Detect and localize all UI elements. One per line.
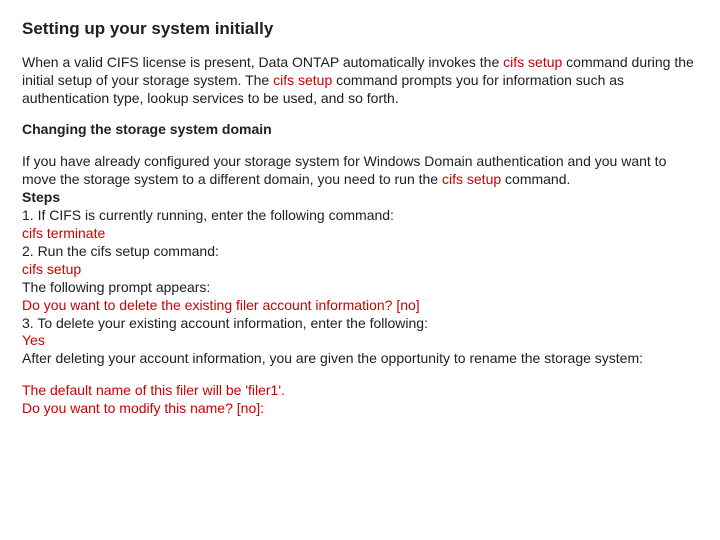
tail-line-2: Do you want to modify this name? [no]: (22, 400, 264, 416)
tail-line-1: The default name of this filer will be '… (22, 382, 285, 398)
step-3-text: 3. To delete your existing account infor… (22, 315, 428, 331)
intro-cmd-1: cifs setup (503, 54, 562, 70)
intro-paragraph: When a valid CIFS license is present, Da… (22, 54, 698, 108)
intro-text-pre: When a valid CIFS license is present, Da… (22, 54, 503, 70)
step-2-prompt: Do you want to delete the existing filer… (22, 297, 420, 313)
step-2-text: 2. Run the cifs setup command: (22, 243, 219, 259)
step-2-cmd: cifs setup (22, 261, 81, 277)
document-page: Setting up your system initially When a … (0, 0, 720, 418)
intro-cmd-2: cifs setup (273, 72, 332, 88)
tail-block: The default name of this filer will be '… (22, 382, 698, 418)
step-1-cmd: cifs terminate (22, 225, 105, 241)
body-p1-cmd: cifs setup (442, 171, 501, 187)
body-p1b: command. (501, 171, 570, 187)
steps-label: Steps (22, 189, 60, 205)
page-title: Setting up your system initially (22, 18, 698, 40)
steps-block: If you have already configured your stor… (22, 153, 698, 368)
step-2-prompt-lead: The following prompt appears: (22, 279, 210, 295)
step-1-text: 1. If CIFS is currently running, enter t… (22, 207, 394, 223)
step-3-answer: Yes (22, 332, 45, 348)
section-subheading: Changing the storage system domain (22, 121, 698, 139)
step-3-after: After deleting your account information,… (22, 350, 643, 366)
